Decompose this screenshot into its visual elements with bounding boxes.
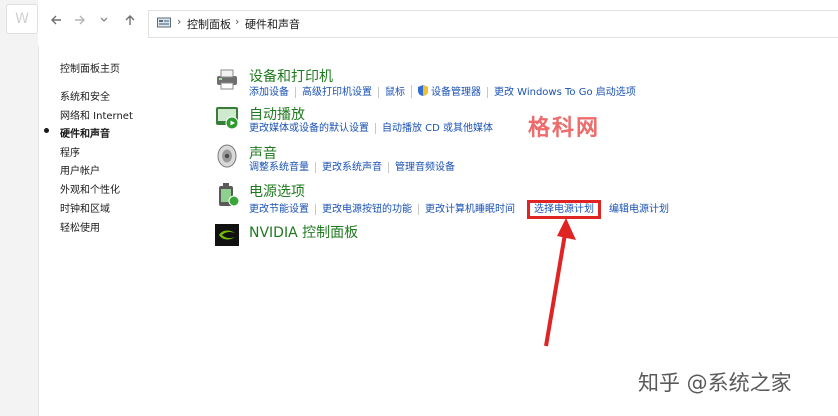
category-links: 调整系统音量 更改系统声音 管理音频设备: [249, 162, 461, 173]
autoplay-icon: [216, 107, 239, 130]
arrow-left-icon: [51, 15, 61, 25]
watermark-text: 格科网: [528, 116, 601, 141]
link-label: 设备管理器: [431, 87, 481, 98]
category-title[interactable]: 声音: [249, 143, 277, 163]
printer-icon: [217, 69, 237, 90]
category-title[interactable]: 自动播放: [249, 104, 305, 124]
link-edit-power-plan[interactable]: 编辑电源计划: [601, 204, 675, 215]
sidebar-item-programs[interactable]: 程序: [60, 144, 80, 159]
category-title[interactable]: 电源选项: [249, 181, 305, 201]
link-change-system-sounds[interactable]: 更改系统声音: [315, 162, 388, 173]
left-window-strip: W: [0, 0, 39, 416]
breadcrumb-separator: ›: [235, 15, 240, 28]
sidebar-item-network[interactable]: 网络和 Internet: [60, 107, 133, 122]
link-manage-audio-devices[interactable]: 管理音频设备: [388, 162, 461, 173]
current-item-bullet: [44, 128, 49, 133]
red-arrow-annotation: [544, 218, 576, 347]
link-change-power-saving[interactable]: 更改节能设置: [249, 204, 315, 215]
sidebar-item-appearance[interactable]: 外观和个性化: [60, 181, 120, 196]
link-windows-to-go[interactable]: 更改 Windows To Go 启动选项: [487, 87, 642, 98]
category-links: 更改节能设置 更改电源按钮的功能 更改计算机睡眠时间 选择电源计划 编辑电源计划: [249, 200, 675, 219]
sidebar-item-home[interactable]: 控制面板主页: [60, 60, 120, 75]
arrow-right-icon: [75, 15, 85, 25]
sidebar-item-user-accounts[interactable]: 用户帐户: [60, 162, 100, 177]
link-add-device[interactable]: 添加设备: [249, 87, 295, 98]
speaker-icon: [217, 144, 237, 168]
sidebar-item-system-security[interactable]: 系统和安全: [60, 88, 110, 103]
sidebar-item-hardware-sound[interactable]: 硬件和声音: [44, 125, 110, 140]
sidebar-item-clock-region[interactable]: 时钟和区域: [60, 200, 110, 215]
uac-shield-icon: [418, 85, 428, 96]
power-icon: [219, 183, 240, 207]
link-power-button-function[interactable]: 更改电源按钮的功能: [315, 204, 418, 215]
nvidia-icon: [215, 224, 239, 246]
link-advanced-printer-setup[interactable]: 高级打印机设置: [295, 87, 378, 98]
link-autoplay-cd[interactable]: 自动播放 CD 或其他媒体: [375, 123, 499, 134]
back-button[interactable]: [46, 12, 66, 34]
link-mouse[interactable]: 鼠标: [378, 87, 411, 98]
category-title[interactable]: 设备和打印机: [249, 66, 333, 86]
up-button[interactable]: [120, 12, 140, 34]
category-title[interactable]: NVIDIA 控制面板: [249, 222, 358, 242]
footer-watermark: 知乎 @系统之家: [638, 371, 792, 395]
link-change-media-defaults[interactable]: 更改媒体或设备的默认设置: [249, 123, 375, 134]
link-device-manager[interactable]: 设备管理器: [411, 85, 487, 98]
navigation-bar: › 控制面板 › 硬件和声音: [38, 0, 838, 46]
breadcrumb-hardware-sound[interactable]: 硬件和声音: [245, 16, 300, 32]
ghost-window-tab: W: [6, 4, 38, 34]
sidebar-item-label: 硬件和声音: [60, 129, 110, 140]
link-adjust-volume[interactable]: 调整系统音量: [249, 162, 315, 173]
chevron-down-icon: [100, 17, 108, 22]
breadcrumb-control-panel[interactable]: 控制面板: [187, 16, 231, 32]
address-bar[interactable]: › 控制面板 › 硬件和声音: [148, 10, 838, 38]
forward-button[interactable]: [70, 12, 90, 34]
recent-locations-button[interactable]: [94, 12, 114, 34]
sidebar-item-ease-of-access[interactable]: 轻松使用: [60, 219, 100, 234]
control-panel-icon: [157, 17, 171, 28]
link-change-sleep-time[interactable]: 更改计算机睡眠时间: [418, 204, 521, 215]
arrow-up-icon: [125, 15, 135, 25]
breadcrumb-separator: ›: [177, 15, 182, 28]
category-links: 更改媒体或设备的默认设置 自动播放 CD 或其他媒体: [249, 123, 499, 134]
category-links: 添加设备 高级打印机设置 鼠标 设备管理器 更改 Windows To Go 启动选项: [249, 85, 642, 98]
